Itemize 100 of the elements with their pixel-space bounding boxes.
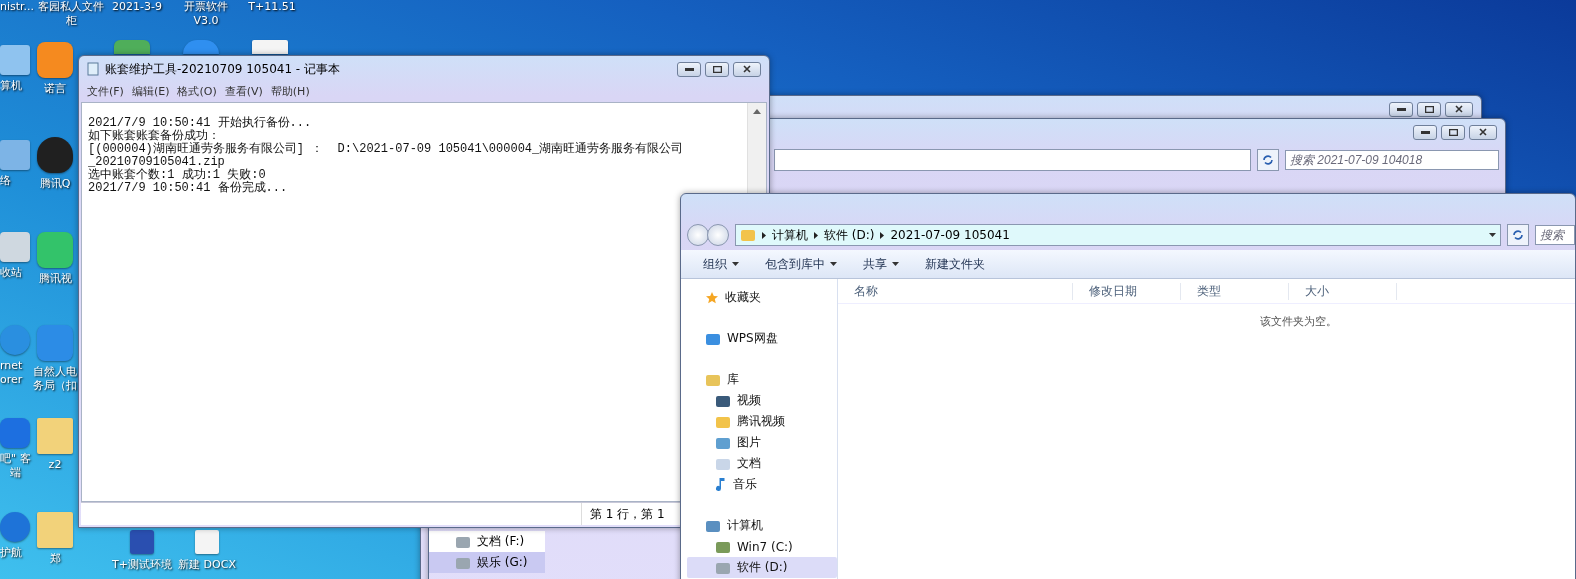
menu-item[interactable]: 查看(V) <box>224 83 263 99</box>
forward-button[interactable] <box>707 224 729 246</box>
toolbar-button[interactable]: 共享 <box>861 253 901 275</box>
nav-item[interactable]: 文档 (F:) <box>429 531 545 552</box>
close-button[interactable] <box>1469 124 1497 140</box>
up-arrow-icon <box>753 109 761 114</box>
nav-item[interactable]: 音乐 <box>687 474 837 495</box>
search-field[interactable]: 搜索 <box>1535 225 1575 245</box>
maximize-icon <box>1424 105 1434 113</box>
text-line: _20210709105041.zip <box>88 156 225 169</box>
icon-label: 收站 <box>0 266 22 280</box>
menu-item[interactable]: 编辑(E) <box>131 83 170 99</box>
caret-icon <box>892 262 899 266</box>
icon-label: 络 <box>0 174 11 188</box>
text-line: [(000004)湖南旺通劳务服务有限公司] ： D:\2021-07-09 105041\000004_湖南旺通劳务服务有限公司 <box>88 143 684 156</box>
minimize-icon <box>1396 107 1406 111</box>
breadcrumb[interactable]: 软件 (D:) <box>824 226 875 244</box>
nav-item[interactable]: 软件 (D:) <box>687 557 837 578</box>
refresh-icon <box>1262 154 1274 166</box>
nav-item[interactable]: 腾讯视频 <box>687 411 837 432</box>
menu-item[interactable]: 格式(O) <box>177 83 217 99</box>
star-icon <box>705 290 719 305</box>
nav-item[interactable]: 库 <box>687 369 837 390</box>
menu-item[interactable]: 帮助(H) <box>270 83 310 99</box>
minimize-button[interactable] <box>677 61 701 77</box>
caret-icon <box>732 262 739 266</box>
close-icon <box>743 65 751 73</box>
nav-item[interactable]: Win7 (C:) <box>687 536 837 557</box>
menu-item[interactable]: 文件(F) <box>87 83 124 99</box>
icon-label: 2021-3-9 <box>112 0 162 14</box>
maximize-icon <box>1448 128 1458 136</box>
minimize-icon <box>1420 130 1430 134</box>
icon-label: 腾讯视 <box>38 272 72 286</box>
maximize-button[interactable] <box>1441 124 1465 140</box>
nav-item[interactable]: WPS网盘 <box>687 328 837 349</box>
app-icon[interactable] <box>114 40 150 54</box>
nav-item[interactable]: 视频 <box>687 390 837 411</box>
app-icon[interactable] <box>37 42 73 78</box>
icon-label: 开票软件 V3.0 <box>184 0 228 28</box>
icon-label: T+测试环境 <box>112 558 172 572</box>
icon-label: z2 <box>48 458 62 472</box>
refresh-button[interactable] <box>1507 224 1529 246</box>
nav-item[interactable]: 计算机 <box>687 515 837 536</box>
toolbar-button[interactable]: 包含到库中 <box>763 253 839 275</box>
chevron-icon <box>880 231 885 239</box>
minimize-button[interactable] <box>1389 101 1413 117</box>
caret-icon <box>830 262 837 266</box>
text-line: 选中账套个数:1 成功:1 失败:0 <box>88 169 266 182</box>
icon-label: 吧" 客 端 <box>0 452 31 480</box>
maximize-icon <box>712 65 722 73</box>
nav-item[interactable]: 娱乐 (G:) <box>429 552 545 573</box>
icon-label: 护航 <box>0 546 22 560</box>
icon-label: 诺言 <box>44 82 66 96</box>
notepad-icon <box>87 62 99 76</box>
nav-item[interactable]: 文档 <box>687 453 837 474</box>
close-icon <box>1455 105 1463 113</box>
minimize-icon <box>684 67 694 71</box>
search-field[interactable]: 搜索 2021-07-09 104018 <box>1285 150 1499 170</box>
folder-icon <box>740 228 756 242</box>
icon-label: nistr... <box>0 0 35 14</box>
address-bar[interactable] <box>774 149 1251 171</box>
address-bar[interactable]: 计算机 软件 (D:) 2021-07-09 105041 <box>735 224 1501 246</box>
chevron-icon <box>814 231 818 239</box>
refresh-button[interactable] <box>1257 149 1279 171</box>
text-line: 如下账套账套备份成功： <box>88 130 220 143</box>
nav-item[interactable]: 收藏夹 <box>687 287 837 308</box>
maximize-button[interactable] <box>1417 101 1441 117</box>
icon-label: 郑 <box>49 552 61 566</box>
folder-icon <box>705 372 721 387</box>
icon-label: 腾讯Q <box>39 177 71 191</box>
toolbar-button[interactable]: 组织 <box>701 253 741 275</box>
app-icon[interactable] <box>0 418 30 448</box>
column-header[interactable]: 修改日期 <box>1073 282 1181 300</box>
text-line: 2021/7/9 10:50:41 开始执行备份... <box>88 117 312 130</box>
app-icon[interactable] <box>183 40 219 54</box>
icon-label: rnet orer <box>0 359 23 387</box>
close-icon <box>1479 128 1487 136</box>
empty-folder-message: 该文件夹为空。 <box>1260 314 1337 329</box>
minimize-button[interactable] <box>1413 124 1437 140</box>
column-header[interactable]: 大小 <box>1289 282 1397 300</box>
close-button[interactable] <box>1445 101 1473 117</box>
column-header[interactable]: 类型 <box>1181 282 1289 300</box>
nav-item[interactable]: 图片 <box>687 432 837 453</box>
maximize-button[interactable] <box>705 61 729 77</box>
toolbar-button[interactable]: 新建文件夹 <box>923 253 987 275</box>
refresh-icon <box>1512 229 1524 241</box>
breadcrumb[interactable]: 2021-07-09 105041 <box>890 228 1010 242</box>
music-note-icon <box>715 476 727 493</box>
icon-label: 自然人电 务局（扣 <box>33 365 77 393</box>
close-button[interactable] <box>733 61 761 77</box>
folder-icon <box>715 414 731 429</box>
breadcrumb[interactable]: 计算机 <box>772 226 808 244</box>
back-button[interactable] <box>687 224 709 246</box>
icon-label: 客园私人文件 柜 <box>38 0 104 28</box>
column-header[interactable]: 名称 <box>838 282 1073 300</box>
icon-label: 算机 <box>0 79 22 93</box>
window-title: 账套维护工具-20210709 105041 - 记事本 <box>105 60 340 78</box>
caret-icon <box>1489 233 1496 237</box>
cursor-position: 第 1 行，第 1 <box>581 503 665 525</box>
icon-label: T+11.51 <box>248 0 296 14</box>
